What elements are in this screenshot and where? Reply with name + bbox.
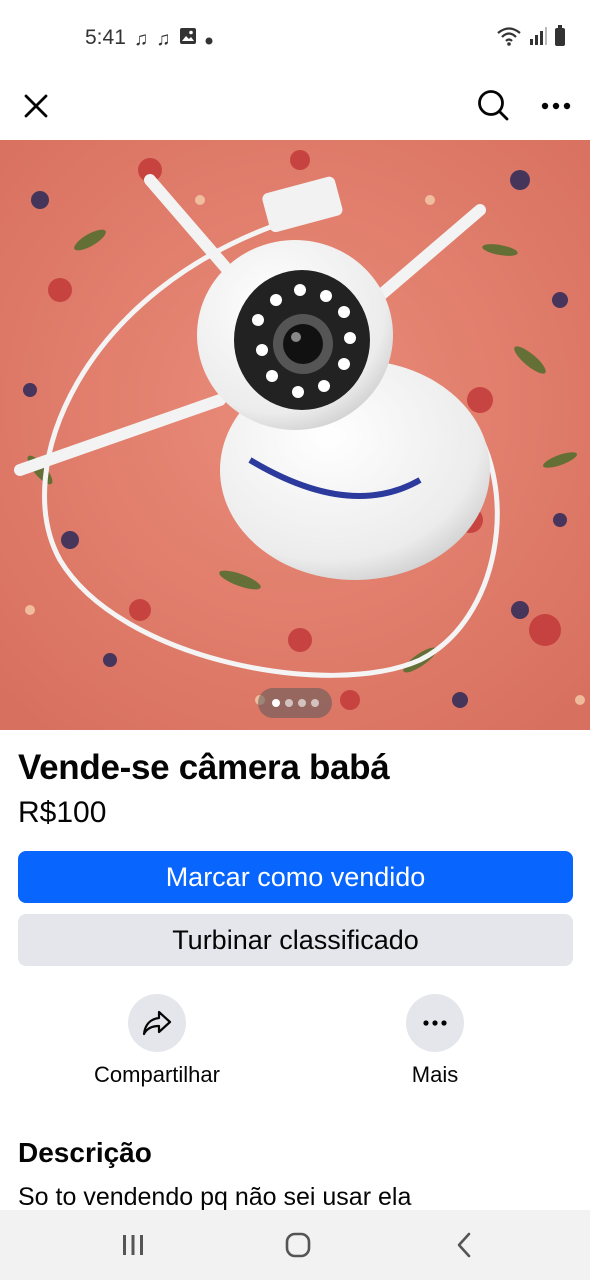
back-icon[interactable] <box>436 1226 492 1264</box>
gallery-dot[interactable] <box>310 699 319 707</box>
music-note-icon: ♫ <box>134 28 149 50</box>
music-note-icon: ♫ <box>156 28 171 50</box>
search-icon[interactable] <box>472 84 514 126</box>
gallery-dot[interactable] <box>271 699 280 707</box>
description-heading: Descrição <box>18 1137 152 1168</box>
gallery-dot[interactable] <box>297 699 306 707</box>
home-icon[interactable] <box>270 1226 326 1264</box>
image-icon <box>179 27 197 52</box>
share-label: Compartilhar <box>94 1062 220 1087</box>
mark-as-sold-button[interactable]: Marcar como vendido <box>18 851 573 903</box>
gallery-indicator[interactable] <box>258 688 332 718</box>
share-action[interactable]: Compartilhar <box>72 994 242 1088</box>
dot-icon <box>205 28 213 52</box>
share-icon[interactable] <box>128 994 186 1052</box>
camera-photo <box>0 140 590 730</box>
close-icon[interactable] <box>16 86 56 126</box>
battery-icon <box>554 25 566 52</box>
listing-title: Vende-se câmera babá <box>18 748 390 787</box>
product-photo[interactable] <box>0 140 590 730</box>
gallery-dot[interactable] <box>284 699 293 707</box>
more-label: Mais <box>411 1062 459 1087</box>
status-bar: 5:41 ♫ ♫ <box>0 0 590 78</box>
status-time: 5:41 <box>85 26 126 49</box>
more-icon[interactable] <box>406 994 464 1052</box>
more-icon[interactable] <box>536 86 576 126</box>
notification-icons: ♫ ♫ <box>134 27 213 52</box>
system-nav-bar <box>0 1210 590 1280</box>
description-text: So to vendendo pq não sei usar ela <box>18 1183 412 1211</box>
recent-apps-icon[interactable] <box>105 1226 161 1264</box>
signal-icon <box>528 26 548 51</box>
wifi-icon <box>496 25 522 52</box>
top-bar <box>0 78 590 140</box>
more-action[interactable]: Mais <box>350 994 520 1088</box>
system-icons <box>496 25 566 52</box>
listing-price: R$100 <box>18 796 107 829</box>
boost-listing-button[interactable]: Turbinar classificado <box>18 914 573 966</box>
